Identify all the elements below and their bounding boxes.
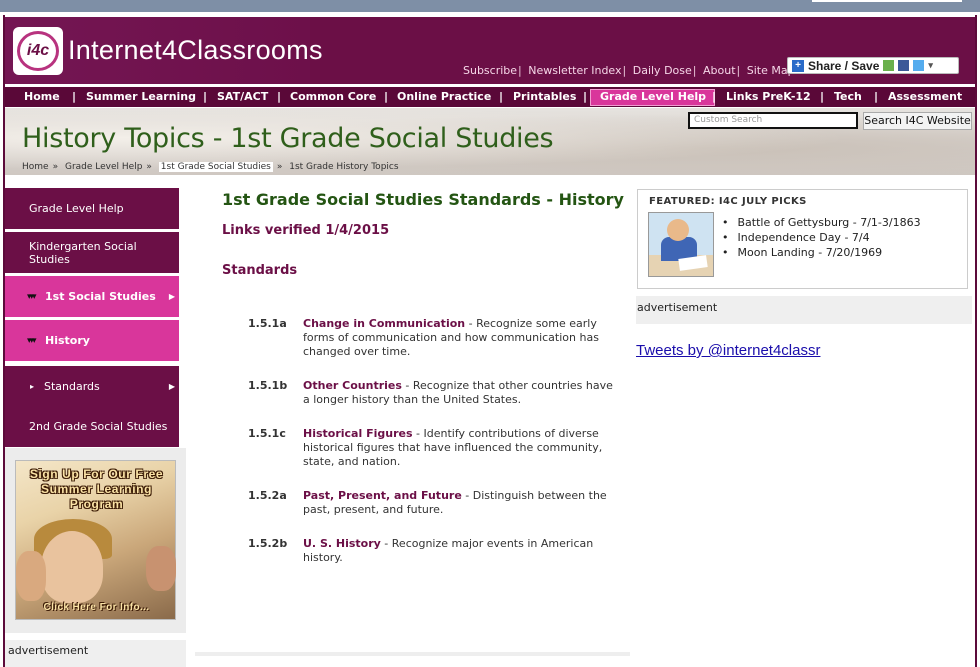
nav-separator: | <box>384 90 389 103</box>
share-facebook-icon <box>898 60 910 71</box>
breadcrumb-grade-level-help[interactable]: Grade Level Help <box>65 162 142 172</box>
breadcrumb-1st-grade-social-studies[interactable]: 1st Grade Social Studies <box>158 162 273 172</box>
page-title: History Topics - 1st Grade Social Studie… <box>22 123 554 154</box>
nav-tech[interactable]: Tech <box>834 90 862 103</box>
standard-code: 1.5.2b <box>248 537 288 550</box>
standard-code: 1.5.2a <box>248 489 287 502</box>
nav-printables[interactable]: Printables <box>513 90 576 103</box>
share-plus-icon: + <box>792 59 804 72</box>
search-button[interactable]: Search I4C Website <box>863 112 972 130</box>
sidebar-item-1st-social-studies[interactable]: ▾▾▾ 1st Social Studies ▶ <box>5 276 179 317</box>
promo-text: Sign Up For Our Free Summer Learning Pro… <box>29 467 164 511</box>
tweets-link[interactable]: Tweets by @internet4classr <box>636 342 820 359</box>
top-search-stub <box>812 0 962 2</box>
standard-code: 1.5.1a <box>248 317 287 330</box>
logo-badge-text: i4c <box>17 31 59 71</box>
top-link-subscribe[interactable]: Subscribe <box>463 64 517 77</box>
nav-assessment[interactable]: Assessment <box>888 90 962 103</box>
featured-item[interactable]: Moon Landing - 7/20/1969 <box>722 246 921 261</box>
featured-item[interactable]: Independence Day - 7/4 <box>722 231 921 246</box>
main-content: 1st Grade Social Studies Standards - His… <box>195 176 630 656</box>
sidebar-item-label: Grade Level Help <box>29 202 124 215</box>
search-input[interactable]: Custom Search <box>688 112 858 129</box>
promo-photo <box>41 531 103 603</box>
top-link-newsletter[interactable]: Newsletter Index <box>528 64 621 77</box>
expanded-arrows-icon: ▾▾▾ <box>27 335 36 346</box>
nav-links-prek12[interactable]: Links PreK-12 <box>726 90 811 103</box>
expanded-arrows-icon: ▾▾▾ <box>27 291 36 302</box>
links-verified: Links verified 1/4/2015 <box>222 223 390 238</box>
nav-separator: | <box>874 90 879 103</box>
featured-picks-box: FEATURED: I4C JULY PICKS Battle of Getty… <box>637 189 968 289</box>
share-save-button[interactable]: + Share / Save ▾ <box>787 57 959 74</box>
sidebar-item-kindergarten[interactable]: Kindergarten Social Studies <box>5 232 179 273</box>
share-twitter-icon <box>913 60 925 71</box>
sidebar-item-standards[interactable]: ▸ Standards ▶ <box>5 366 179 407</box>
featured-thumbnail[interactable] <box>648 212 714 277</box>
sidebar-item-grade-level-help[interactable]: Grade Level Help <box>5 188 179 229</box>
nav-separator: | <box>72 90 77 103</box>
summer-learning-promo[interactable]: Sign Up For Our Free Summer Learning Pro… <box>15 460 176 620</box>
featured-title: FEATURED: I4C JULY PICKS <box>649 196 807 207</box>
promo-cta[interactable]: Click Here For Info... <box>16 602 177 613</box>
promo-photo <box>146 546 176 591</box>
top-links: Subscribe| Newsletter Index| Daily Dose|… <box>463 64 795 77</box>
content-divider <box>195 652 630 656</box>
nav-separator: | <box>277 90 282 103</box>
share-dropdown-icon: ▾ <box>928 60 933 70</box>
nav-separator: | <box>499 90 504 103</box>
promo-photo <box>16 551 46 601</box>
nav-home[interactable]: Home <box>24 90 60 103</box>
sidebar-item-label: History <box>45 334 90 347</box>
logo-icon[interactable]: i4c <box>13 27 63 75</box>
logo-area[interactable]: i4c Internet4Classrooms <box>5 17 323 84</box>
sidebar-item-label: 2nd Grade Social Studies <box>29 420 168 433</box>
standard-code: 1.5.1c <box>248 427 286 440</box>
sidebar-item-label: Standards <box>44 380 100 393</box>
nav-separator: | <box>820 90 825 103</box>
nav-separator: | <box>583 90 588 103</box>
share-email-icon <box>883 60 895 71</box>
chevron-right-icon: ▶ <box>168 382 175 391</box>
standard-link[interactable]: Change in Communication <box>303 317 465 330</box>
nav-common-core[interactable]: Common Core <box>290 90 376 103</box>
sidebar-item-2nd-grade[interactable]: 2nd Grade Social Studies <box>5 406 179 447</box>
main-nav: Home | Summer Learning | SAT/ACT | Commo… <box>5 85 975 107</box>
content-title: 1st Grade Social Studies Standards - His… <box>222 190 624 209</box>
sidebar-item-label: Kindergarten Social Studies <box>29 239 137 266</box>
top-link-about[interactable]: About <box>703 64 736 77</box>
right-advertisement-label: advertisement <box>636 296 972 324</box>
top-link-daily-dose[interactable]: Daily Dose <box>633 64 692 77</box>
sidebar-item-history[interactable]: ▾▾▾ History <box>5 320 179 361</box>
featured-list: Battle of Gettysburg - 7/1-3/1863 Indepe… <box>722 216 921 261</box>
standards-heading: Standards <box>222 263 298 278</box>
featured-item[interactable]: Battle of Gettysburg - 7/1-3/1863 <box>722 216 921 231</box>
standard-link[interactable]: Past, Present, and Future <box>303 489 462 502</box>
standard-link[interactable]: Other Countries <box>303 379 402 392</box>
nav-separator: | <box>203 90 208 103</box>
thumb-head <box>667 219 689 241</box>
breadcrumb-home[interactable]: Home <box>22 162 49 172</box>
standard-link[interactable]: Historical Figures <box>303 427 413 440</box>
breadcrumb-current: 1st Grade History Topics <box>289 162 399 172</box>
standard-code: 1.5.1b <box>248 379 288 392</box>
sidebar-item-label: 1st Social Studies <box>45 290 156 303</box>
share-label: Share / Save <box>808 58 880 73</box>
bullet-arrow-icon: ▸ <box>30 382 35 391</box>
standard-link[interactable]: U. S. History <box>303 537 381 550</box>
page-banner: History Topics - 1st Grade Social Studie… <box>5 108 975 175</box>
site-name[interactable]: Internet4Classrooms <box>68 35 323 66</box>
browser-top-strip <box>0 0 980 12</box>
breadcrumb: Home» Grade Level Help» 1st Grade Social… <box>22 162 399 172</box>
nav-separator: | <box>712 90 717 103</box>
nav-summer-learning[interactable]: Summer Learning <box>86 90 196 103</box>
site-header: i4c Internet4Classrooms Subscribe| Newsl… <box>5 17 975 84</box>
sidebar-advertisement-label: advertisement <box>5 640 186 667</box>
nav-grade-level-help[interactable]: Grade Level Help <box>600 90 706 103</box>
nav-online-practice[interactable]: Online Practice <box>397 90 491 103</box>
chevron-right-icon: ▶ <box>168 292 175 301</box>
nav-sat-act[interactable]: SAT/ACT <box>217 90 268 103</box>
